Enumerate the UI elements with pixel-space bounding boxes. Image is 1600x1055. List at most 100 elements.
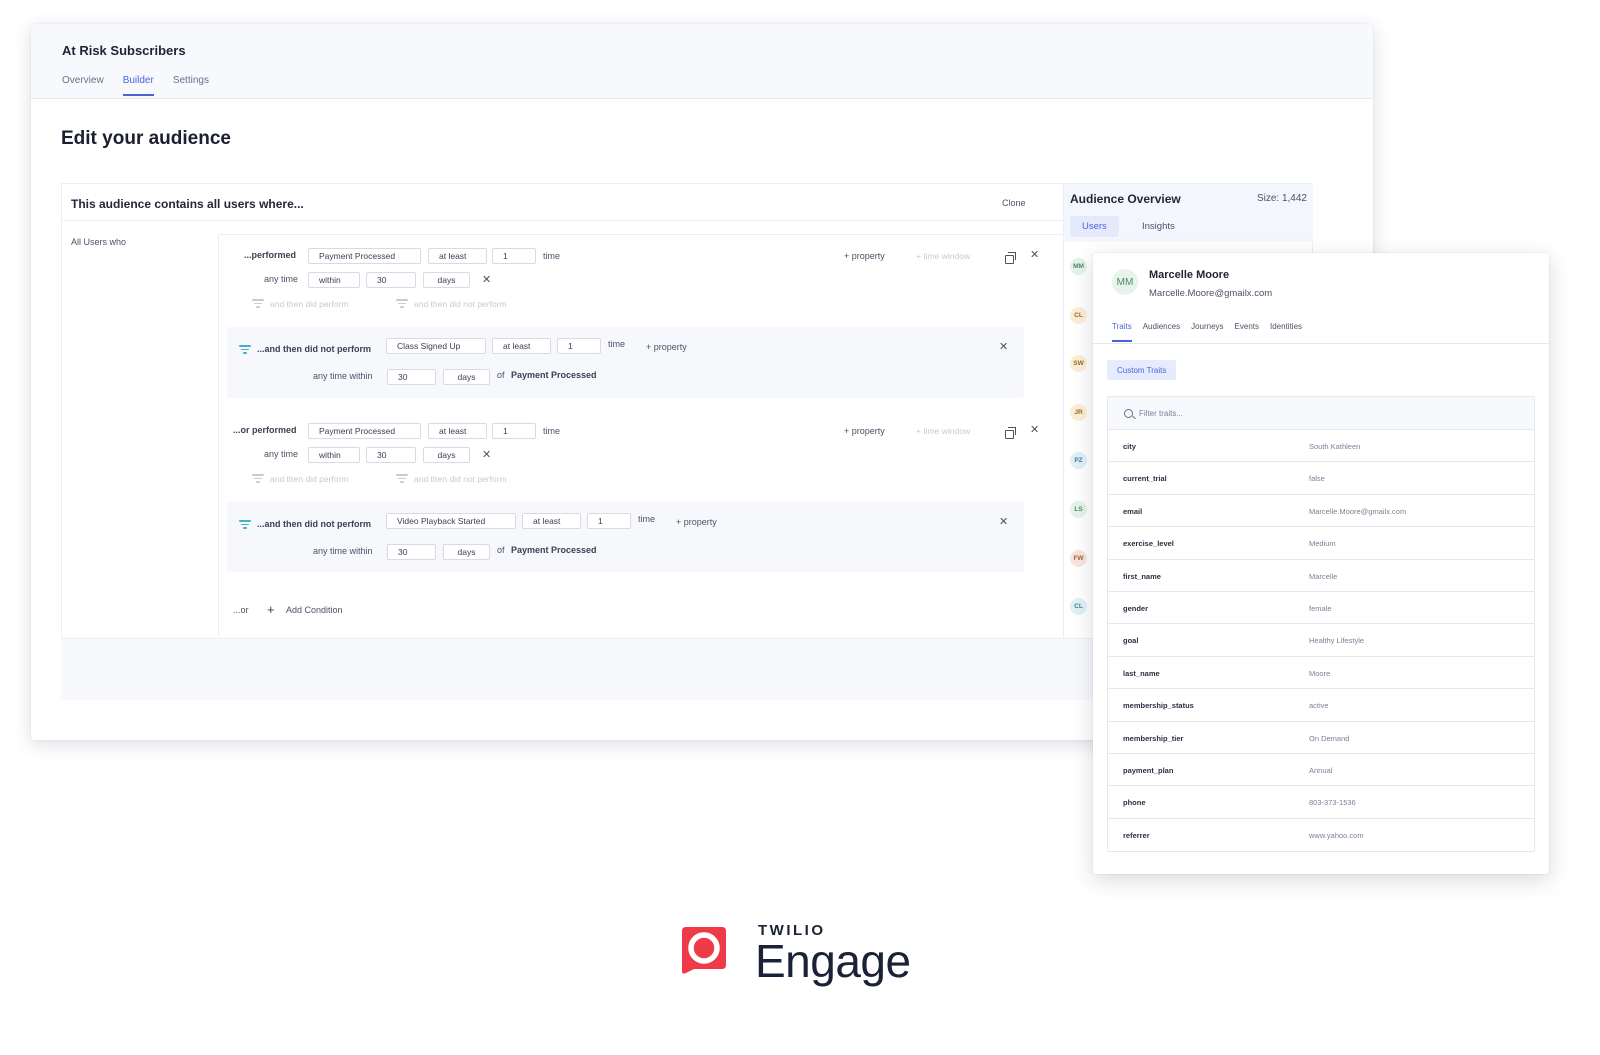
trait-key: phone — [1123, 798, 1146, 808]
count-input[interactable]: 1 — [587, 513, 631, 529]
add-property-link[interactable]: + property — [844, 426, 885, 436]
days-unit-select[interactable]: days — [443, 369, 490, 385]
then-did-perform-link[interactable]: and then did perform — [270, 474, 348, 484]
count-input[interactable]: 1 — [557, 338, 601, 354]
user-avatar[interactable]: LS — [1070, 501, 1087, 518]
user-avatar[interactable]: FW — [1070, 549, 1087, 567]
days-unit-select[interactable]: days — [423, 447, 470, 463]
trait-value: active — [1309, 701, 1329, 711]
tab-identities[interactable]: Identities — [1270, 322, 1302, 342]
time-window-link[interactable]: + time window — [916, 251, 970, 261]
tab-events[interactable]: Events — [1235, 322, 1259, 342]
event-select[interactable]: Video Playback Started — [386, 513, 516, 529]
time-window-link[interactable]: + time window — [916, 426, 970, 436]
within-select[interactable]: within — [308, 272, 360, 288]
or-label: ...or — [233, 605, 249, 615]
days-input[interactable]: 30 — [387, 544, 436, 560]
within-select[interactable]: within — [308, 447, 360, 463]
count-input[interactable]: 1 — [492, 248, 536, 264]
trait-key: payment_plan — [1123, 765, 1174, 775]
user-avatar[interactable]: MM — [1070, 258, 1087, 275]
trait-value: Annual — [1309, 765, 1333, 775]
days-input[interactable]: 30 — [387, 369, 436, 385]
time-label: time — [638, 514, 656, 524]
event-select[interactable]: Payment Processed — [308, 423, 421, 439]
add-property-link[interactable]: + property — [844, 251, 885, 261]
trait-value: Moore — [1309, 668, 1331, 678]
conditions-area: ...performed Payment Processed at least … — [218, 234, 1063, 636]
days-input[interactable]: 30 — [366, 272, 416, 288]
custom-traits-button[interactable]: Custom Traits — [1107, 360, 1177, 380]
trait-key: email — [1123, 506, 1143, 516]
add-condition-button[interactable]: Add Condition — [286, 605, 343, 615]
remove-sub-condition-icon[interactable]: ✕ — [999, 342, 1008, 353]
clone-button[interactable]: Clone — [1002, 198, 1026, 208]
avatar: MM — [1112, 269, 1138, 295]
trait-key: current_trial — [1123, 474, 1167, 484]
days-unit-select[interactable]: days — [423, 272, 470, 288]
count-input[interactable]: 1 — [492, 423, 536, 439]
user-avatar[interactable]: JR — [1070, 403, 1087, 421]
overview-title: Audience Overview — [1070, 192, 1181, 206]
tab-audiences[interactable]: Audiences — [1143, 322, 1180, 342]
days-unit-select[interactable]: days — [443, 544, 490, 560]
tab-traits[interactable]: Traits — [1112, 322, 1132, 342]
user-avatar[interactable]: PZ — [1070, 452, 1087, 470]
trait-value: South Kathleen — [1309, 442, 1361, 451]
trait-key: first_name — [1123, 571, 1161, 581]
filter-icon — [252, 299, 264, 308]
add-property-link[interactable]: + property — [676, 517, 717, 527]
operator-select[interactable]: at least — [522, 513, 581, 529]
add-property-link[interactable]: + property — [646, 342, 687, 352]
remove-condition-icon[interactable]: ✕ — [1030, 250, 1039, 261]
performed-label: ...performed — [244, 250, 297, 260]
remove-window-icon[interactable]: ✕ — [482, 450, 491, 461]
duplicate-icon[interactable] — [1005, 427, 1016, 439]
builder-title: This audience contains all users where..… — [71, 197, 304, 211]
trait-key: goal — [1123, 636, 1139, 646]
tab-settings[interactable]: Settings — [173, 75, 209, 96]
operator-select[interactable]: at least — [492, 338, 551, 354]
of-label: of — [497, 545, 505, 555]
then-did-not-perform-link[interactable]: and then did not perform — [414, 474, 507, 484]
user-avatar[interactable]: CL — [1070, 306, 1087, 324]
remove-condition-icon[interactable]: ✕ — [1030, 425, 1039, 436]
operator-select[interactable]: at least — [428, 248, 487, 264]
tab-overview[interactable]: Overview — [62, 75, 104, 96]
event-select[interactable]: Payment Processed — [308, 248, 421, 264]
remove-sub-condition-icon[interactable]: ✕ — [999, 517, 1008, 528]
plus-icon[interactable]: + — [267, 602, 275, 617]
all-users-label: All Users who — [71, 237, 127, 247]
filter-traits-input[interactable] — [1139, 406, 1519, 421]
anytime-within-label: any time within — [313, 546, 373, 556]
then-did-not-perform-link[interactable]: and then did not perform — [414, 299, 507, 309]
filter-row — [1108, 397, 1534, 430]
tab-journeys[interactable]: Journeys — [1191, 322, 1223, 342]
tab-insights[interactable]: Insights — [1130, 216, 1187, 237]
tab-builder[interactable]: Builder — [122, 75, 154, 96]
trait-value: false — [1309, 474, 1325, 484]
user-avatar[interactable]: CL — [1070, 598, 1087, 616]
then-did-perform-link[interactable]: and then did perform — [270, 299, 348, 309]
operator-select[interactable]: at least — [428, 423, 487, 439]
filter-icon — [396, 474, 408, 483]
divider — [1093, 343, 1549, 344]
trait-rows: city South Kathleen current_trial false emai… — [1108, 430, 1534, 851]
days-input[interactable]: 30 — [366, 447, 416, 463]
page-title: Edit your audience — [61, 128, 231, 149]
event-select[interactable]: Class Signed Up — [386, 338, 486, 354]
trait-row: membership_tier On Demand — [1108, 722, 1534, 754]
user-avatar[interactable]: SW — [1070, 355, 1087, 373]
duplicate-icon[interactable] — [1005, 252, 1016, 264]
filter-icon — [239, 520, 251, 529]
remove-window-icon[interactable]: ✕ — [482, 275, 491, 286]
sub-condition: ...and then did not perform Video Playba… — [227, 501, 1024, 572]
trait-value: Marcelle.Moore@gmailx.com — [1309, 506, 1407, 516]
trait-value: Marcelle — [1309, 571, 1338, 581]
trait-value: www.yahoo.com — [1309, 830, 1364, 840]
filter-icon — [396, 299, 408, 308]
tab-users[interactable]: Users — [1070, 216, 1119, 237]
trait-row: referrer www.yahoo.com — [1108, 819, 1534, 851]
profile-name: Marcelle Moore — [1149, 269, 1230, 281]
trait-row: gender female — [1108, 592, 1534, 625]
